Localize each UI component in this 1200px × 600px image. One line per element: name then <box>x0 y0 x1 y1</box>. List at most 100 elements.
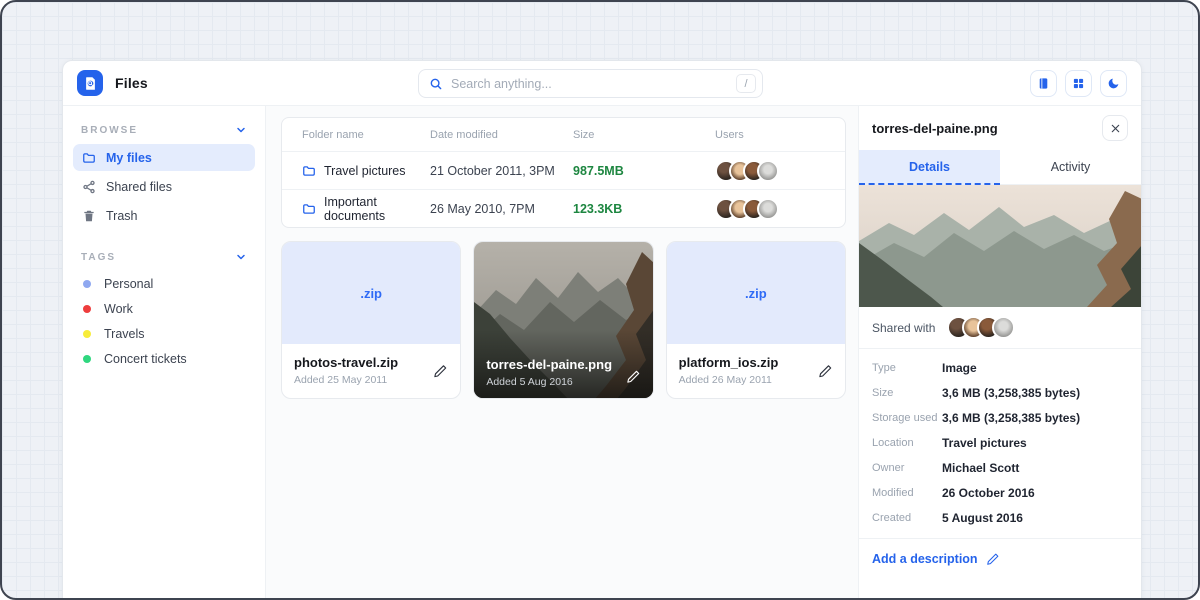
table-row[interactable]: Important documents 26 May 2010, 7PM 123… <box>282 189 845 227</box>
file-card-torres-del-paine[interactable]: torres-del-paine.png Added 5 Aug 2016 <box>473 241 653 399</box>
book-button[interactable] <box>1030 70 1057 97</box>
detail-row-modified: Modified 26 October 2016 <box>872 480 1128 505</box>
browse-section-label: BROWSE <box>81 125 138 136</box>
file-name: torres-del-paine.png <box>486 357 640 372</box>
zip-thumbnail: .zip <box>282 242 460 344</box>
app-logo[interactable] <box>77 70 103 96</box>
file-cards: .zip photos-travel.zip Added 25 May 2011 <box>281 241 846 399</box>
column-header-date-modified: Date modified <box>430 129 573 141</box>
share-icon <box>82 180 96 194</box>
date-modified: 21 October 2011, 3PM <box>430 164 573 178</box>
file-details-list: Type Image Size 3,6 MB (3,258,385 bytes)… <box>859 349 1141 539</box>
avatar <box>757 160 779 182</box>
trash-icon <box>82 209 96 223</box>
chevron-down-icon[interactable] <box>235 124 247 136</box>
folder-icon <box>302 202 316 216</box>
file-card-photos-travel[interactable]: .zip photos-travel.zip Added 25 May 2011 <box>281 241 461 399</box>
file-search-icon <box>83 76 98 91</box>
users-avatars <box>715 160 825 182</box>
sidebar-item-label: My files <box>106 151 152 165</box>
detail-value: 26 October 2016 <box>942 486 1128 500</box>
avatar <box>757 198 779 220</box>
tag-label: Personal <box>104 277 153 291</box>
file-name: platform_ios.zip <box>679 355 833 370</box>
tab-details[interactable]: Details <box>859 150 1000 185</box>
file-added-date: Added 25 May 2011 <box>294 374 448 386</box>
detail-value: 3,6 MB (3,258,385 bytes) <box>942 411 1128 425</box>
file-preview-image <box>859 185 1141 307</box>
grid-view-button[interactable] <box>1065 70 1092 97</box>
search-icon <box>429 77 443 91</box>
folder-icon <box>302 164 316 178</box>
file-card-platform-ios[interactable]: .zip platform_ios.zip Added 26 May 2011 <box>666 241 846 399</box>
tag-dot <box>83 305 91 313</box>
zip-badge: .zip <box>360 286 382 301</box>
tags-section-header[interactable]: TAGS <box>73 245 255 271</box>
column-header-users: Users <box>715 129 825 141</box>
add-description-button[interactable]: Add a description <box>859 539 1141 579</box>
tag-label: Travels <box>104 327 145 341</box>
zip-thumbnail: .zip <box>667 242 845 344</box>
sidebar-item-shared-files[interactable]: Shared files <box>73 173 255 200</box>
topbar-actions <box>1030 70 1127 97</box>
tag-item-travels[interactable]: Travels <box>73 321 255 346</box>
sidebar-item-trash[interactable]: Trash <box>73 202 255 229</box>
edit-pencil-icon[interactable] <box>433 364 448 379</box>
detail-value: Travel pictures <box>942 436 1128 450</box>
detail-label: Modified <box>872 487 942 499</box>
search-input[interactable] <box>451 77 736 91</box>
folder-icon <box>82 151 96 165</box>
tag-item-personal[interactable]: Personal <box>73 271 255 296</box>
folders-table: Folder name Date modified Size Users Tra… <box>281 117 846 228</box>
zip-badge: .zip <box>745 286 767 301</box>
search-bar[interactable]: / <box>418 69 763 98</box>
tag-dot <box>83 330 91 338</box>
app-window: Files / <box>62 60 1142 600</box>
chevron-down-icon[interactable] <box>235 251 247 263</box>
folder-size: 123.3KB <box>573 202 715 216</box>
detail-row-location: Location Travel pictures <box>872 430 1128 455</box>
tags-section-label: TAGS <box>81 252 116 263</box>
file-added-date: Added 5 Aug 2016 <box>486 376 640 388</box>
dark-mode-button[interactable] <box>1100 70 1127 97</box>
column-header-size: Size <box>573 129 715 141</box>
table-row[interactable]: Travel pictures 21 October 2011, 3PM 987… <box>282 151 845 189</box>
users-avatars <box>715 198 825 220</box>
detail-value: 3,6 MB (3,258,385 bytes) <box>942 386 1128 400</box>
folder-name: Travel pictures <box>324 164 406 178</box>
add-description-label: Add a description <box>872 552 978 566</box>
panel-file-title: torres-del-paine.png <box>872 121 998 136</box>
tag-item-work[interactable]: Work <box>73 296 255 321</box>
detail-label: Size <box>872 387 942 399</box>
detail-label: Location <box>872 437 942 449</box>
sidebar: BROWSE My files Shared files <box>63 106 266 600</box>
edit-pencil-icon[interactable] <box>626 369 641 384</box>
column-header-folder-name: Folder name <box>302 129 430 141</box>
folder-size: 987.5MB <box>573 164 715 178</box>
grid-icon <box>1072 77 1085 90</box>
tab-activity[interactable]: Activity <box>1000 150 1141 185</box>
tag-label: Concert tickets <box>104 352 187 366</box>
sidebar-item-label: Trash <box>106 209 138 223</box>
detail-row-storage-used: Storage used 3,6 MB (3,258,385 bytes) <box>872 405 1128 430</box>
shared-with-label: Shared with <box>872 321 935 335</box>
book-icon <box>1037 77 1050 90</box>
file-added-date: Added 26 May 2011 <box>679 374 833 386</box>
detail-row-owner: Owner Michael Scott <box>872 455 1128 480</box>
search-shortcut-badge: / <box>736 74 756 93</box>
close-icon <box>1110 123 1121 134</box>
tag-item-concert-tickets[interactable]: Concert tickets <box>73 346 255 371</box>
detail-label: Owner <box>872 462 942 474</box>
moon-icon <box>1107 77 1120 90</box>
tag-label: Work <box>104 302 133 316</box>
detail-label: Type <box>872 362 942 374</box>
detail-row-size: Size 3,6 MB (3,258,385 bytes) <box>872 380 1128 405</box>
detail-value: 5 August 2016 <box>942 511 1128 525</box>
browse-section-header[interactable]: BROWSE <box>73 118 255 144</box>
edit-pencil-icon[interactable] <box>818 364 833 379</box>
close-panel-button[interactable] <box>1102 115 1128 141</box>
shared-with-avatars <box>947 316 1015 339</box>
sidebar-item-label: Shared files <box>106 180 172 194</box>
tag-dot <box>83 355 91 363</box>
sidebar-item-my-files[interactable]: My files <box>73 144 255 171</box>
